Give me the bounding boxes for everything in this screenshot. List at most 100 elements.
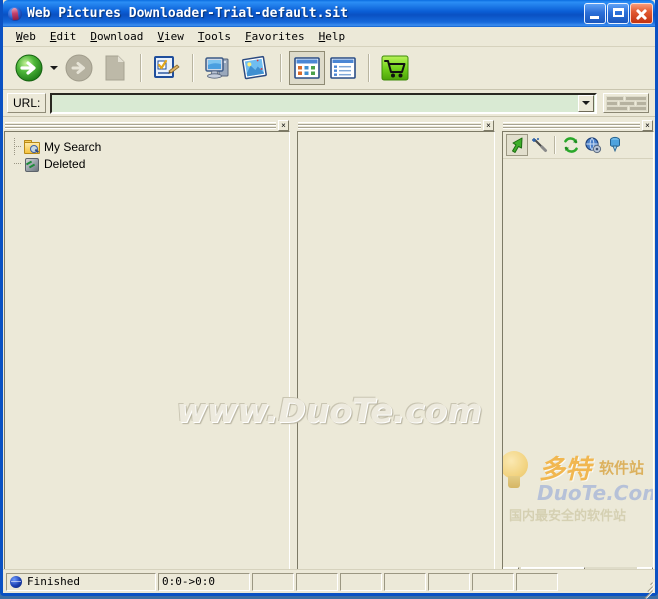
buy-button[interactable] [377,51,413,85]
tree-pane-body: My Search Deleted [4,131,290,584]
close-button[interactable] [630,3,653,24]
splitter-right[interactable] [495,119,502,584]
menu-accel-favorites: F [244,30,252,43]
url-label: URL: [7,93,47,113]
details-list-icon [330,57,356,79]
status-bar: Finished 0:0->0:0 [3,569,655,599]
globe-settings-button[interactable] [582,134,604,156]
task-list-button[interactable] [149,51,185,85]
menu-item-favorites[interactable]: Favorites [239,28,313,45]
status-panel-empty-3 [340,572,382,591]
chevron-down-icon [50,66,58,70]
url-dropdown-button[interactable] [578,94,594,112]
menu-rest-favorites: avorites [251,30,305,43]
menu-rest-tools: ools [204,30,231,43]
download-item-button[interactable] [604,134,626,156]
status-panel-coords: 0:0->0:0 [158,572,250,591]
splitter-left[interactable] [290,119,297,584]
menu-item-download[interactable]: Download [84,28,151,45]
tree-item-label: My Search [44,139,102,154]
magic-wand-tool-button[interactable] [528,134,550,156]
grip-lines-icon [503,121,640,129]
right-pane-titlebar[interactable]: × [502,119,654,131]
title-bar[interactable]: Web Pictures Downloader-Trial-default.si… [3,0,655,27]
right-pane-body: 多特 软件站 DuoTe.Com 国内最安全的软件站 [502,131,654,584]
window-title: Web Pictures Downloader-Trial-default.si… [27,6,348,21]
status-panel-empty-7 [516,572,558,591]
thumbnail-grid-icon [294,57,320,79]
refresh-button[interactable] [560,134,582,156]
thumbnail-view-button[interactable] [289,51,325,85]
menu-item-view[interactable]: View [151,28,192,45]
right-pane-canvas[interactable]: 多特 软件站 DuoTe.Com 国内最安全的软件站 [503,159,653,567]
shopping-cart-icon [381,55,409,81]
center-pane-titlebar[interactable]: × [297,119,495,131]
menu-bar: Web Edit Download View Tools Favorites H… [3,27,655,47]
center-pane-close-button[interactable]: × [483,119,494,131]
right-pane-toolbar [503,132,653,159]
status-panel-empty-2 [296,572,338,591]
grip-lines-icon [5,121,276,129]
watermark-cn-big: 多特 [539,455,592,485]
recycle-bin-icon [23,156,40,172]
toolbar-separator [192,54,194,82]
toolbar-grip[interactable] [603,93,649,113]
page-icon [105,55,125,81]
maximize-button[interactable] [607,3,629,24]
tree-pane-titlebar[interactable]: × [4,119,290,131]
stop-button [61,51,97,85]
menu-rest-web: eb [22,30,36,43]
green-refresh-icon [564,137,578,153]
menu-item-help[interactable]: Help [313,28,354,45]
computer-button[interactable] [201,51,237,85]
checklist-pen-icon [154,56,180,78]
status-panel-state: Finished [6,572,156,591]
tree-pane-close-button[interactable]: × [278,119,289,131]
toolbar-separator [368,54,370,82]
watermark-en: DuoTe.Com [537,481,653,505]
tree-pane: × My Search Deleted [4,119,290,584]
minimize-button[interactable] [584,3,606,24]
gray-right-arrow-icon [65,54,93,82]
center-pane-body[interactable] [297,131,495,584]
tree-item-label: Deleted [44,156,86,171]
menu-rest-download: ownload [97,30,144,43]
pictures-button[interactable] [237,51,273,85]
tree-item-my-search[interactable]: My Search [14,138,289,155]
right-pane: × 多特 软件站 DuoTe.Com 国内最安全的软件站 [502,119,654,584]
right-pane-close-button[interactable]: × [642,119,653,131]
picture-icon [241,55,267,80]
menu-accel-edit: E [49,30,57,43]
folder-tree: My Search Deleted [5,132,289,172]
right-toolbar-separator [554,136,556,154]
blue-download-icon [610,136,620,153]
details-view-button[interactable] [325,51,361,85]
status-panel-empty-5 [428,572,470,591]
menu-accel-web: W [16,30,23,43]
menu-item-tools[interactable]: Tools [192,28,239,45]
status-text: Finished [27,575,80,588]
url-combobox[interactable] [50,92,597,114]
green-cursor-arrow-icon [512,137,523,153]
app-icon[interactable] [7,6,23,22]
tree-item-deleted[interactable]: Deleted [14,155,289,172]
grip-lines-icon [298,121,481,129]
magic-wand-icon [532,138,547,152]
menu-item-web[interactable]: Web [10,28,44,45]
globe-gear-icon [585,137,602,154]
url-input[interactable] [52,93,578,113]
resize-grip-icon[interactable] [640,578,654,599]
status-panel-empty-6 [472,572,514,591]
watermark-duote-corner: 多特 软件站 DuoTe.Com 国内最安全的软件站 [503,447,653,525]
menu-rest-edit: dit [56,30,77,43]
main-content: × My Search Deleted × × 多特 软件站 DuoTe.Com… [3,117,655,584]
menu-accel-download: D [90,30,97,43]
globe-icon [10,575,22,588]
go-button[interactable] [11,51,47,85]
status-panel-empty-4 [384,572,426,591]
menu-item-edit[interactable]: Edit [44,28,85,45]
go-dropdown[interactable] [47,51,61,85]
computer-icon [205,57,229,79]
watermark-cn-small: 软件站 [599,459,645,477]
select-tool-button[interactable] [506,134,528,156]
